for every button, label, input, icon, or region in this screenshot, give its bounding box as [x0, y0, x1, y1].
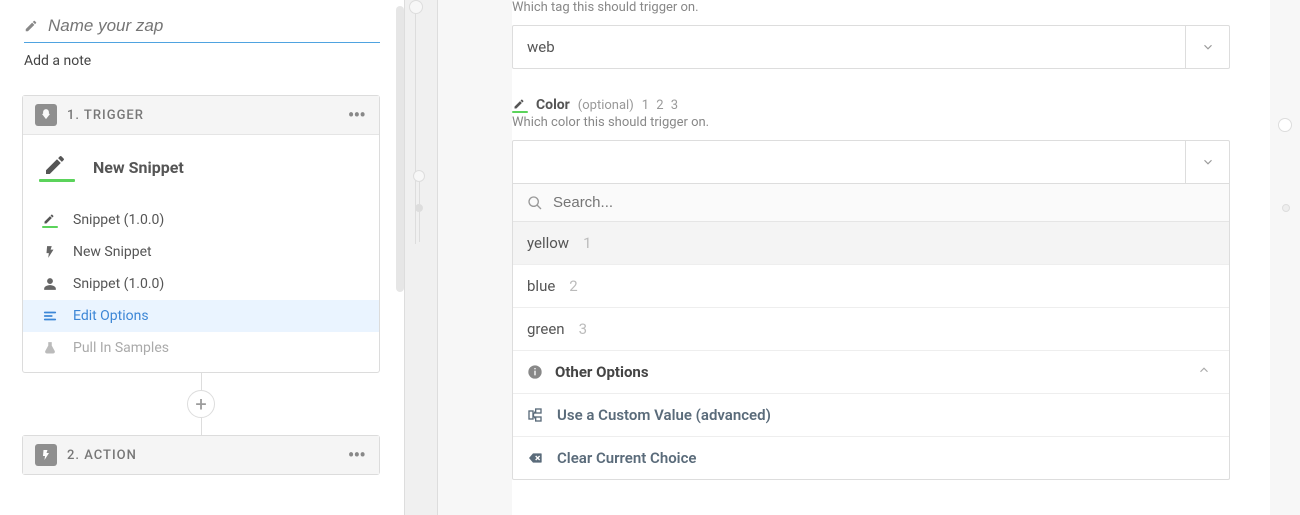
trigger-label: 1. TRIGGER — [67, 108, 144, 123]
dropdown-other-options[interactable]: Other Options — [513, 351, 1229, 394]
add-note-link[interactable]: Add a note — [24, 53, 380, 69]
dropdown-custom-label: Use a Custom Value (advanced) — [557, 406, 771, 424]
trigger-sublist: Snippet (1.0.0) New Snippet Snippet (1.0… — [23, 200, 379, 372]
options-icon — [41, 309, 59, 323]
color-nums: 1 2 3 — [642, 98, 680, 113]
trigger-card-header[interactable]: 1. TRIGGER ••• — [23, 96, 379, 135]
trigger-sub-event[interactable]: New Snippet — [23, 236, 379, 268]
chevron-up-icon — [1197, 363, 1211, 381]
dropdown-item-blue[interactable]: blue 2 — [513, 265, 1229, 308]
trigger-sub-samples-label: Pull In Samples — [73, 340, 169, 356]
trigger-sub-app[interactable]: Snippet (1.0.0) — [23, 204, 379, 236]
trigger-sub-options-label: Edit Options — [73, 308, 149, 324]
search-icon — [527, 195, 543, 211]
pencil-icon — [41, 213, 59, 228]
action-icon — [35, 444, 57, 466]
gutter — [438, 0, 512, 515]
dropdown-custom-value[interactable]: Use a Custom Value (advanced) — [513, 394, 1229, 437]
trigger-app-name: New Snippet — [93, 158, 184, 177]
step-connector: + — [22, 373, 380, 435]
trigger-card: 1. TRIGGER ••• New Snippet Snippet (1.0.… — [22, 95, 380, 373]
trigger-sub-samples[interactable]: Pull In Samples — [23, 332, 379, 364]
color-label-row: Color (optional) 1 2 3 — [512, 97, 1230, 115]
dropdown-item-yellow[interactable]: yellow 1 — [513, 222, 1229, 265]
sidebar: Add a note 1. TRIGGER ••• New Snippet — [0, 0, 404, 515]
trigger-sub-account[interactable]: Snippet (1.0.0) — [23, 268, 379, 300]
app-icon — [39, 153, 75, 182]
color-optional: (optional) — [578, 98, 634, 113]
trigger-sub-app-label: Snippet (1.0.0) — [73, 212, 164, 228]
pencil-icon — [512, 98, 528, 113]
tag-caret[interactable] — [1185, 26, 1229, 68]
info-icon — [527, 364, 543, 380]
dropdown-search-input[interactable] — [553, 194, 1215, 211]
action-label: 2. ACTION — [67, 448, 137, 463]
color-caret[interactable] — [1185, 141, 1229, 183]
dropdown-item-label: blue — [527, 277, 555, 295]
dropdown-other-label: Other Options — [555, 363, 649, 381]
color-select[interactable] — [512, 140, 1230, 184]
trigger-sub-event-label: New Snippet — [73, 244, 152, 260]
dropdown-search[interactable] — [513, 184, 1229, 222]
tag-select[interactable]: web — [512, 25, 1230, 69]
flask-icon — [41, 341, 59, 355]
dropdown-item-idx: 2 — [569, 277, 577, 295]
user-icon — [41, 277, 59, 291]
dropdown-clear-label: Clear Current Choice — [557, 449, 696, 467]
color-help: Which color this should trigger on. — [512, 115, 1230, 130]
trigger-main: New Snippet — [23, 135, 379, 200]
trigger-sub-options[interactable]: Edit Options — [23, 300, 379, 332]
tag-help: Which tag this should trigger on. — [512, 0, 1230, 15]
dropdown-item-green[interactable]: green 3 — [513, 308, 1229, 351]
zap-name-input[interactable] — [48, 16, 380, 36]
dropdown-item-label: yellow — [527, 234, 569, 252]
zap-name-row[interactable] — [24, 16, 380, 43]
pencil-icon — [24, 19, 38, 33]
color-dropdown: yellow 1 blue 2 green 3 Other Options — [512, 184, 1230, 480]
dropdown-clear-choice[interactable]: Clear Current Choice — [513, 437, 1229, 479]
action-card-header[interactable]: 2. ACTION ••• — [23, 436, 379, 474]
bolt-icon — [41, 245, 59, 259]
trigger-icon — [35, 104, 57, 126]
sidebar-scrollbar[interactable] — [396, 6, 404, 292]
tag-value: web — [513, 38, 1185, 56]
color-label: Color — [536, 97, 570, 113]
custom-value-icon — [527, 407, 543, 423]
add-step-button[interactable]: + — [187, 390, 215, 418]
trigger-sub-account-label: Snippet (1.0.0) — [73, 276, 164, 292]
clear-icon — [527, 450, 543, 466]
options-panel: Which tag this should trigger on. web Co… — [512, 0, 1270, 515]
dropdown-item-label: green — [527, 320, 565, 338]
vertical-divider — [404, 0, 438, 515]
action-card[interactable]: 2. ACTION ••• — [22, 435, 380, 475]
right-gutter — [1270, 0, 1300, 515]
dropdown-item-idx: 3 — [579, 320, 587, 338]
dropdown-item-idx: 1 — [583, 234, 591, 252]
